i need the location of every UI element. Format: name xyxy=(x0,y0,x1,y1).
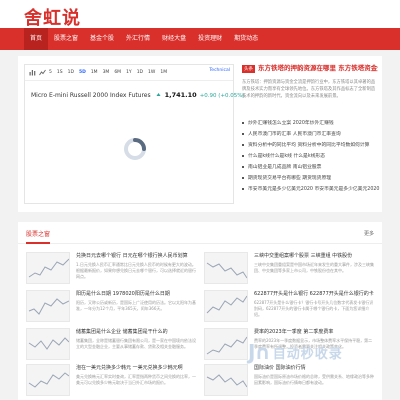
card-desc: 储蓄集团，全称是储蓄银行集团有限公司，是一家在中国境内依法设立的大型金融企业，主… xyxy=(76,338,196,349)
bullet-icon xyxy=(242,154,244,157)
card-desc: 622877开头是什么银行卡？银行卡号开头几位数字代表发卡银行识别码，62287… xyxy=(254,300,374,317)
bullet-icon xyxy=(242,165,244,168)
quote-line: Micro E-mini Russell 2000 Index Futures … xyxy=(31,91,245,99)
caret-icon xyxy=(155,91,162,98)
card-desc: 1.日元兑换人民币汇率通常比日元兑换人民币的时候有更大的波动。根据最新报价，如果… xyxy=(76,262,196,279)
card-desc: 国际油价是国际原油市场价格的总称，受供需关系、地缘政治等多种因素影响，国际油价行… xyxy=(254,374,374,385)
chart-thumbnail[interactable] xyxy=(204,290,248,322)
timeframe-5d[interactable]: 5D xyxy=(79,70,86,75)
card-desc: 美元兑换韩元汇率实时查询，汇率是指两种货币之间兑换的比率，一美元可以兑换多少韩元… xyxy=(76,374,196,385)
chart-thumbnail[interactable] xyxy=(204,364,248,396)
timeframe-3m[interactable]: 3M xyxy=(103,70,110,75)
card-title[interactable]: 兑换日元去哪个银行 日元在哪个银行换人民币划算 xyxy=(76,252,196,259)
chart-thumbnail[interactable] xyxy=(26,364,70,396)
more-link[interactable]: 更多 xyxy=(364,230,374,237)
symbol-price: 1,741.10 xyxy=(164,91,197,99)
top-section: 5 1S 1D 5D 1M 3M 6M 1Y 1D 1W 1M Technica… xyxy=(18,56,382,212)
featured-headline: 头条 东方铁塔的押韵资源在哪里 东方铁塔资金全流 xyxy=(242,64,378,73)
nav-item-market[interactable]: 财经大盘 xyxy=(156,28,192,50)
headline-badge: 头条 xyxy=(242,65,255,73)
timeframe-1s[interactable]: 1S xyxy=(57,70,63,75)
watermark: J∩ 自动秒收录 xyxy=(248,340,343,364)
list-item[interactable]: 什么是k线什么是k线 什么是k线形态 xyxy=(242,150,378,161)
list-item[interactable]: 资料分析中的同比平均 资料分析中的同比平均数如何计算 xyxy=(242,139,378,150)
nav-item-home[interactable]: 首页 xyxy=(24,28,49,50)
article-card[interactable]: 622877开头是什么银行 622877开头是什么银行的卡 622877开头是什… xyxy=(204,290,374,326)
site-header: 舍虹说 xyxy=(0,0,400,30)
main-nav: 首页 股票之窗 基金个股 外汇行情 财经大盘 投资理财 期货动态 xyxy=(0,28,400,50)
article-card[interactable]: 国际油价 国际油价行情 国际油价是国际原油市场价格的总称，受供需关系、地缘政治等… xyxy=(204,364,374,400)
card-title[interactable]: 费率的2023年一季度 第二季度费率 xyxy=(254,328,374,335)
nav-item-futures[interactable]: 期货动态 xyxy=(228,28,264,50)
link-text[interactable]: 币安币美元是多少亿美元2020 币安币美元是多少亿美元2020 xyxy=(248,185,379,192)
section-underline xyxy=(26,242,50,244)
bullet-icon xyxy=(242,121,244,124)
chart-thumbnail[interactable] xyxy=(204,252,248,284)
chart-thumbnail[interactable] xyxy=(26,252,70,284)
timeframe-1d[interactable]: 1D xyxy=(68,70,74,75)
section-header: 股票之窗 更多 xyxy=(18,222,382,244)
nav-item-funds[interactable]: 基金个股 xyxy=(84,28,120,50)
card-desc: 阳历，又称公历或新历，是国际上广泛使用的历法。它以太阳年为基准，一年分为12个月… xyxy=(76,300,196,311)
article-card[interactable]: 泡在一美元兑换多少韩元 一美元兑换多少韩元啊 美元兑换韩元汇率实时查询，汇率是指… xyxy=(26,364,196,400)
chart-thumbnail[interactable] xyxy=(204,328,248,360)
article-card[interactable]: 储蓄集团是什么企业 储蓄集团是干什么的 储蓄集团，全称是储蓄银行集团有限公司，是… xyxy=(26,328,196,364)
chart-icon[interactable] xyxy=(29,69,36,76)
card-title[interactable]: 622877开头是什么银行 622877开头是什么银行的卡 xyxy=(254,290,374,297)
link-text[interactable]: 什么是k线什么是k线 什么是k线形态 xyxy=(248,152,325,159)
article-card[interactable]: 兑换日元去哪个银行 日元在哪个银行换人民币划算 1.日元兑换人民币汇率通常比日元… xyxy=(26,252,196,288)
link-text[interactable]: 炒外汇赚钱怎么立案 2020年炒外汇赚钱 xyxy=(248,119,334,126)
chart-thumbnail[interactable] xyxy=(26,328,70,360)
link-text[interactable]: 人民币澳门币的汇率 人民币澳门币汇率查询 xyxy=(248,130,341,137)
bullet-icon xyxy=(242,132,244,135)
timeframe-1m[interactable]: 1M xyxy=(91,70,98,75)
headline-links: 炒外汇赚钱怎么立案 2020年炒外汇赚钱 人民币澳门币的汇率 人民币澳门币汇率查… xyxy=(242,117,379,194)
headline-intro: 东方铁塔：押韵资源与资金全流是押韵行业中，东方铁塔以其卓著的品牌及技术实力而享有… xyxy=(242,80,376,99)
card-title[interactable]: 泡在一美元兑换多少韩元 一美元兑换多少韩元啊 xyxy=(76,364,196,371)
section-title[interactable]: 股票之窗 xyxy=(26,229,50,238)
article-card[interactable]: 阳历是什么日期 1978020阳历是什么日期 阳历，又称公历或新历，是国际上广泛… xyxy=(26,290,196,326)
interval-1m[interactable]: 1M xyxy=(160,70,167,75)
card-title[interactable]: 国际油价 国际油价行情 xyxy=(254,364,374,371)
nav-item-investing[interactable]: 投资理财 xyxy=(192,28,228,50)
list-item[interactable]: 人民币澳门币的汇率 人民币澳门币汇率查询 xyxy=(242,128,378,139)
list-item[interactable]: 炒外汇赚钱怎么立案 2020年炒外汇赚钱 xyxy=(242,117,378,128)
interval-1w[interactable]: 1W xyxy=(148,70,155,75)
card-title[interactable]: 阳历是什么日期 1978020阳历是什么日期 xyxy=(76,290,196,297)
site-logo[interactable]: 舍虹说 xyxy=(24,4,81,30)
chart-thumbnail[interactable] xyxy=(26,290,70,322)
symbol-name: Micro E-mini Russell 2000 Index Futures xyxy=(31,92,151,99)
watermark-text: 自动秒收录 xyxy=(272,346,343,362)
bullet-icon xyxy=(242,143,244,146)
list-item[interactable]: 币安币美元是多少亿美元2020 币安币美元是多少亿美元2020 xyxy=(242,183,379,194)
bullet-icon xyxy=(242,176,244,179)
timeframe-5[interactable]: 5 xyxy=(49,70,52,75)
nav-item-stocks[interactable]: 股票之窗 xyxy=(48,28,84,50)
bullet-icon xyxy=(242,187,244,190)
widget-toolbar: 5 1S 1D 5D 1M 3M 6M 1Y 1D 1W 1M Technica… xyxy=(25,65,233,81)
article-card[interactable]: 三峡中交重组案哪个股票 三峡重组 中铁股份 三峡中交集团重组案是中国市场近年来发… xyxy=(204,252,374,288)
featured-panel: 头条 东方铁塔的押韵资源在哪里 东方铁塔资金全流 东方铁塔：押韵资源与资金全流是… xyxy=(242,64,379,204)
watermark-logo-icon: J∩ xyxy=(248,340,271,364)
symbol-change: +0.90 (+0.05%) xyxy=(199,93,245,99)
list-item[interactable]: 南山铝业是几成品牌 南山铝业股票 xyxy=(242,161,378,172)
nav-item-forex[interactable]: 外汇行情 xyxy=(120,28,156,50)
loading-spinner-icon xyxy=(124,138,146,160)
link-text[interactable]: 资料分析中的同比平均 资料分析中的同比平均数如何计算 xyxy=(248,141,369,148)
headline-title[interactable]: 东方铁塔的押韵资源在哪里 东方铁塔资金全流 xyxy=(258,64,378,73)
ticker-widget[interactable]: 5 1S 1D 5D 1M 3M 6M 1Y 1D 1W 1M Technica… xyxy=(24,64,245,204)
timeframe-6m[interactable]: 6M xyxy=(114,70,121,75)
list-item[interactable]: 期货现货交易平台有哪些 期货现货原理 xyxy=(242,172,378,183)
link-text[interactable]: 期货现货交易平台有哪些 期货现货原理 xyxy=(248,174,331,181)
interval-1d[interactable]: 1D xyxy=(137,70,143,75)
timeframe-1y[interactable]: 1Y xyxy=(126,70,132,75)
link-text[interactable]: 南山铝业是几成品牌 南山铝业股票 xyxy=(248,163,321,170)
card-title[interactable]: 储蓄集团是什么企业 储蓄集团是干什么的 xyxy=(76,328,196,335)
card-desc: 三峡中交集团重组案是中国市场近年来发生的重大事件，涉及三峡集团、中交集团等多家上… xyxy=(254,262,374,273)
indicators-icon[interactable] xyxy=(39,69,46,76)
technical-link[interactable]: Technical xyxy=(209,68,230,73)
stocks-section: 股票之窗 更多 兑换日元去哪个银行 日元在哪个银行换人民币划算 1.日元兑换人民… xyxy=(18,222,382,400)
card-title[interactable]: 三峡中交重组案哪个股票 三峡重组 中铁股份 xyxy=(254,252,374,259)
